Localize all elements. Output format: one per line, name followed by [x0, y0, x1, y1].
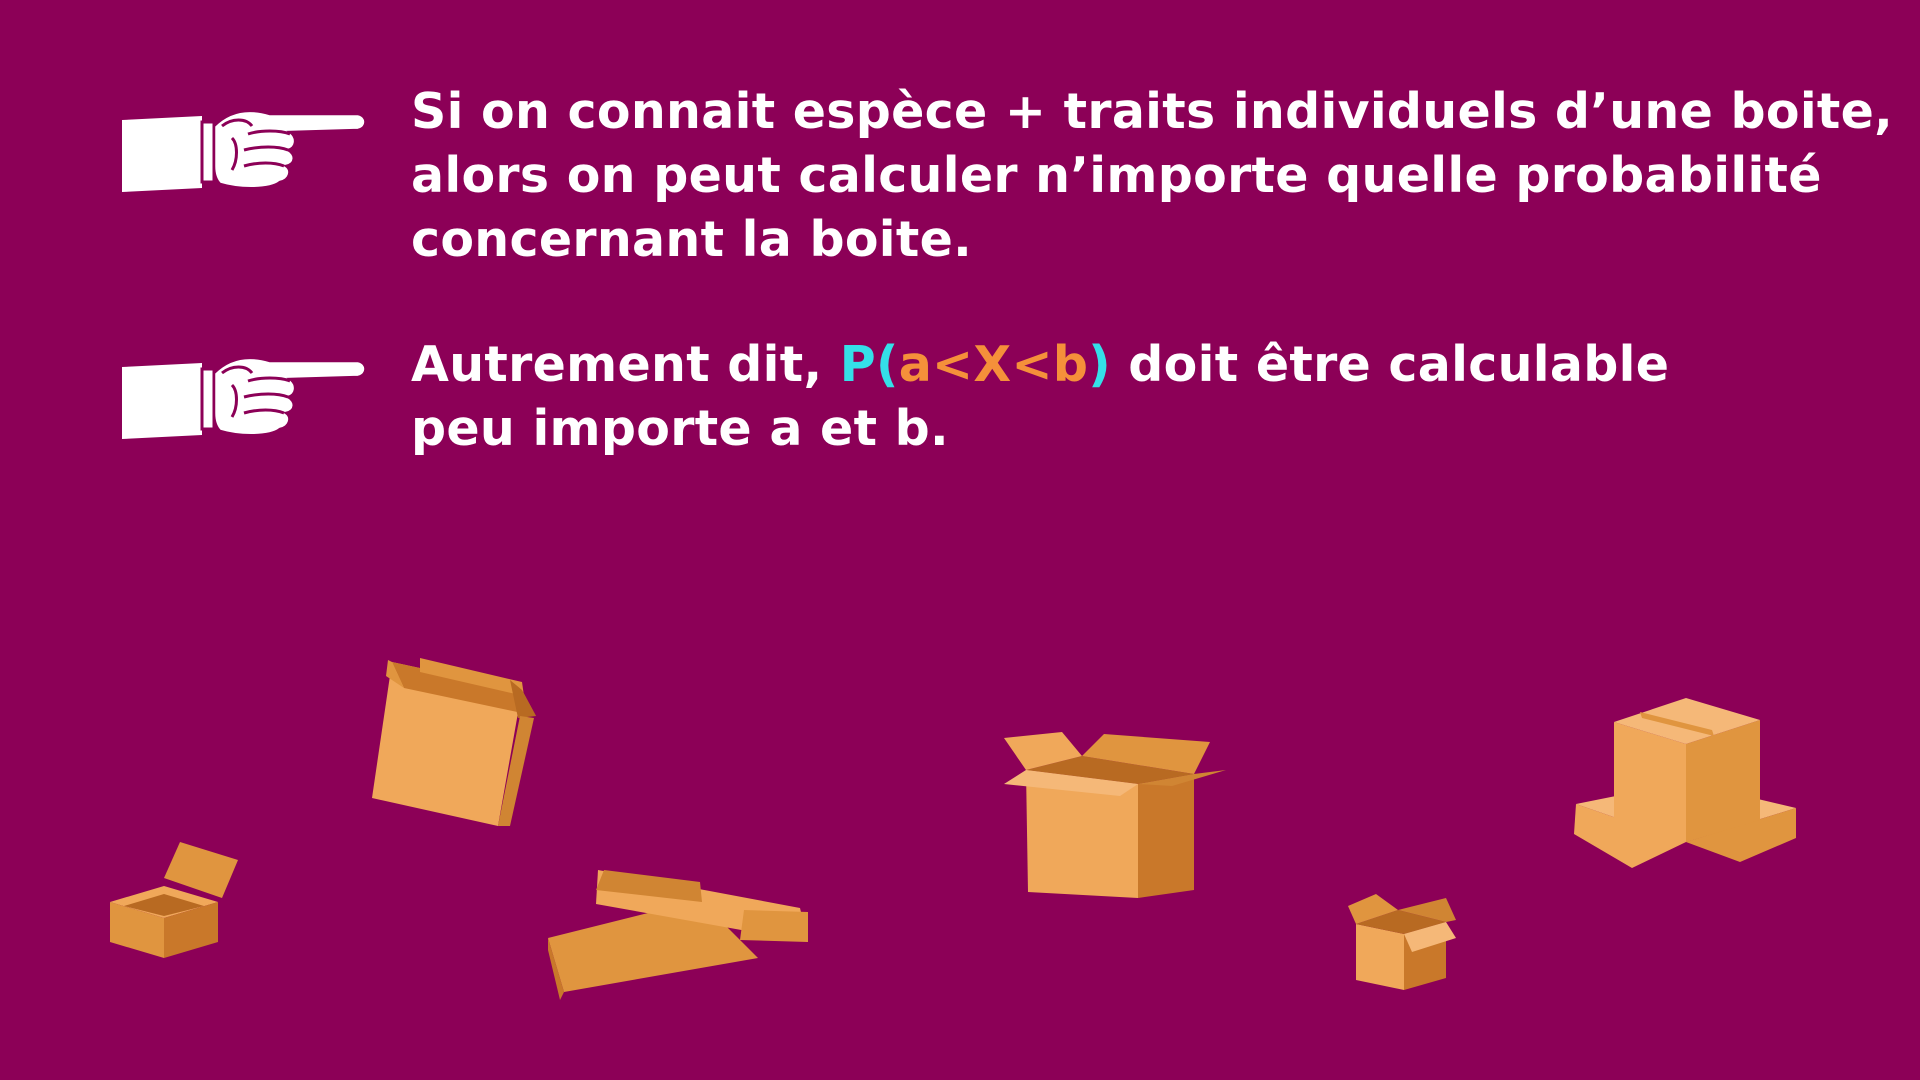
pointing-hand-icon — [122, 109, 367, 192]
probability-formula: P(a<X<b) — [840, 336, 1111, 393]
bullet-1-line-1: Si on connait espèce + traits individuel… — [411, 83, 1894, 140]
formula-close: ) — [1088, 336, 1111, 393]
pointing-hand-icon — [122, 356, 367, 439]
cardboard-box-icon — [110, 842, 238, 958]
bullet-1-line-2: alors on peut calculer n’importe quelle … — [411, 147, 1822, 204]
bullet-2-text: Autrement dit, P(a<X<b) doit être calcul… — [411, 333, 1811, 461]
bullet-2-suffix: doit être calculable — [1110, 336, 1670, 393]
cardboard-box-icon — [1574, 698, 1796, 868]
slide: Si on connait espèce + traits individuel… — [0, 0, 1920, 1080]
formula-p-open: P( — [839, 336, 899, 393]
boxes-illustration — [110, 658, 1796, 1000]
bullet-1-text: Si on connait espèce + traits individuel… — [411, 80, 1894, 272]
bullet-2-prefix: Autrement dit, — [411, 336, 840, 393]
cardboard-box-icon — [548, 870, 808, 1000]
bullet-1-line-3: concernant la boite. — [411, 211, 973, 268]
cardboard-box-icon — [1004, 732, 1226, 898]
bullet-2-line-2: peu importe a et b. — [411, 400, 949, 457]
formula-inequality: a<X<b — [898, 336, 1089, 393]
cardboard-box-icon — [372, 658, 536, 826]
bullet-2-line-1: Autrement dit, P(a<X<b) doit être calcul… — [411, 333, 1811, 397]
cardboard-box-icon — [1348, 894, 1456, 990]
